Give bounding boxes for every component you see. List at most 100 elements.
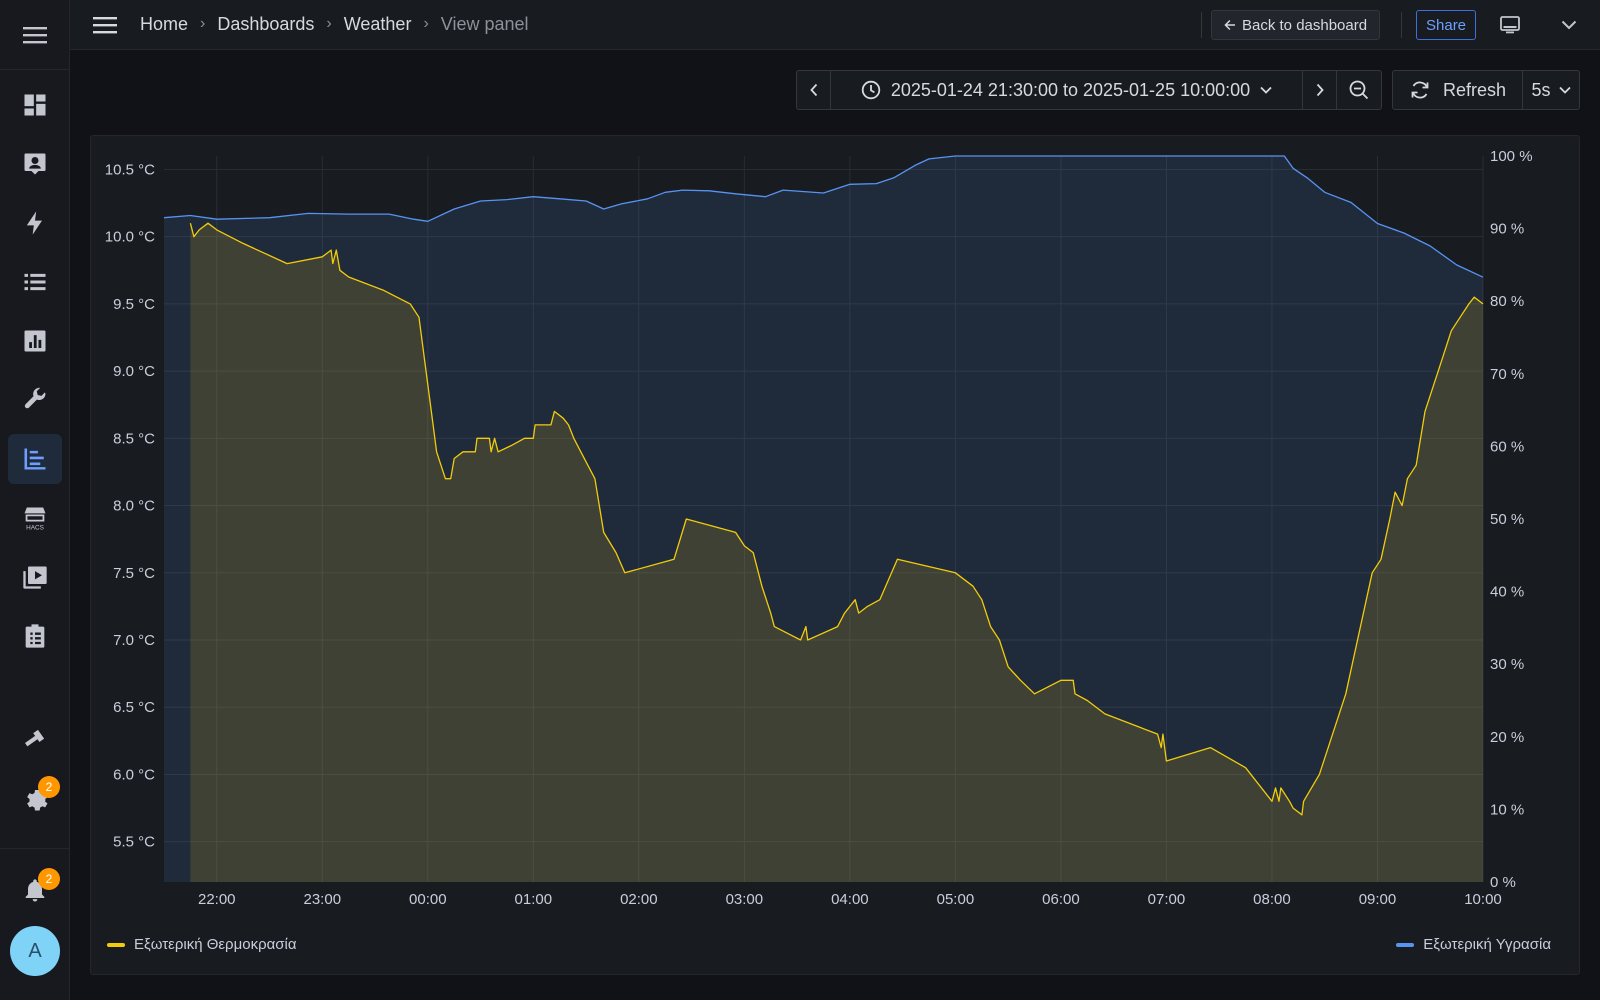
time-series-chart[interactable]: 10.5 °C 10.0 °C 9.5 °C 9.0 °C 8.5 °C 8.0 °C 7.…: [91, 136, 1581, 976]
sidebar-item-energy[interactable]: [8, 198, 62, 248]
x-tick-label: 09:00: [1359, 891, 1397, 908]
x-tick-label: 22:00: [198, 891, 236, 908]
y-left-tick-label: 6.5 °C: [113, 699, 155, 716]
sidebar-item-logbook[interactable]: [8, 257, 62, 307]
sidebar-item-notifications[interactable]: 2: [8, 866, 62, 916]
legend-label-humidity: Εξωτερική Υγρασία: [1423, 936, 1551, 953]
breadcrumb-home[interactable]: Home: [140, 14, 188, 35]
legend-swatch-temperature: [107, 942, 125, 947]
sidebar-item-developer-tools[interactable]: [8, 715, 62, 765]
media-icon: [23, 566, 47, 589]
refresh-button[interactable]: Refresh: [1393, 71, 1523, 109]
zoom-out-icon: [1349, 80, 1369, 100]
y-right-tick-label: 20 %: [1490, 729, 1524, 746]
sidebar-item-media[interactable]: [8, 552, 62, 602]
y-left-tick-label: 10.0 °C: [105, 229, 155, 246]
lightning-icon: [26, 211, 42, 235]
sidebar-item-overview[interactable]: [8, 80, 62, 130]
hacs-store-icon: HACS: [24, 507, 46, 532]
y-left-tick-label: 7.0 °C: [113, 632, 155, 649]
y-right-tick-label: 10 %: [1490, 801, 1524, 818]
x-tick-label: 08:00: [1253, 891, 1291, 908]
more-options-button[interactable]: [1552, 10, 1586, 40]
user-avatar[interactable]: A: [10, 926, 60, 976]
x-tick-label: 23:00: [304, 891, 342, 908]
refresh-interval-select[interactable]: 5s: [1523, 71, 1579, 109]
chevron-down-icon: [1558, 86, 1571, 94]
list-icon: [24, 273, 46, 291]
y-left-tick-label: 6.0 °C: [113, 766, 155, 783]
legend-item-humidity[interactable]: Εξωτερική Υγρασία: [1396, 936, 1551, 953]
sidebar-item-todo[interactable]: [8, 611, 62, 661]
x-tick-label: 00:00: [409, 891, 447, 908]
person-card-icon: [24, 153, 46, 175]
sidebar-item-history[interactable]: [8, 316, 62, 366]
x-tick-label: 06:00: [1042, 891, 1080, 908]
sidebar-item-settings[interactable]: 2: [8, 774, 62, 824]
y-right-tick-label: 100 %: [1490, 148, 1533, 165]
y-left-tick-label: 9.5 °C: [113, 296, 155, 313]
refresh-controls: Refresh 5s: [1392, 70, 1580, 110]
toolbar-divider: [1201, 12, 1202, 38]
time-shift-back-button[interactable]: [797, 71, 831, 109]
hamburger-icon: [23, 26, 47, 43]
zoom-out-button[interactable]: [1337, 71, 1381, 109]
sidebar-menu-button[interactable]: [0, 0, 70, 70]
share-button[interactable]: Share: [1416, 10, 1477, 40]
wrench-icon: [24, 387, 46, 409]
y-right-tick-label: 80 %: [1490, 293, 1524, 310]
y-left-tick-label: 8.0 °C: [113, 498, 155, 515]
x-tick-label: 04:00: [831, 891, 869, 908]
chevron-right-icon: [1316, 83, 1324, 97]
sidebar-item-tools[interactable]: [8, 375, 62, 425]
y-right-tick-label: 90 %: [1490, 221, 1524, 238]
x-tick-label: 03:00: [726, 891, 764, 908]
bar-chart-icon: [24, 330, 46, 352]
back-to-dashboard-button[interactable]: Back to dashboard: [1211, 10, 1381, 40]
y-left-tick-label: 7.5 °C: [113, 565, 155, 582]
chevron-left-icon: [809, 83, 817, 97]
y-right-tick-label: 30 %: [1490, 656, 1524, 673]
dashboard-grid-icon: [24, 94, 46, 116]
breadcrumb-dashboards[interactable]: Dashboards: [217, 14, 314, 35]
legend-label-temperature: Εξωτερική Θερμοκρασία: [134, 936, 297, 953]
x-tick-label: 05:00: [937, 891, 975, 908]
chevron-right-icon: ›: [200, 15, 206, 32]
time-shift-forward-button[interactable]: [1303, 71, 1337, 109]
app-root: HACS 2 2 A Home › Dashboards › Weather ›…: [0, 0, 1600, 1000]
sidebar-item-hacs[interactable]: HACS: [8, 493, 62, 543]
sidebar-item-map[interactable]: [8, 139, 62, 189]
history-chart-icon: [24, 448, 46, 470]
chevron-right-icon: ›: [326, 15, 332, 32]
arrow-left-icon: [1224, 20, 1235, 30]
y-left-tick-label: 9.0 °C: [113, 363, 155, 380]
y-left-tick-label: 10.5 °C: [105, 161, 155, 178]
x-tick-label: 02:00: [620, 891, 658, 908]
sidebar-divider: [0, 848, 70, 849]
toolbar-divider: [1401, 12, 1402, 38]
x-tick-label: 01:00: [515, 891, 553, 908]
breadcrumb-current: View panel: [440, 13, 529, 34]
breadcrumb-weather[interactable]: Weather: [344, 14, 412, 35]
legend-item-temperature[interactable]: Εξωτερική Θερμοκρασία: [107, 936, 297, 953]
kiosk-mode-button[interactable]: [1493, 10, 1527, 40]
sidebar-item-grafana[interactable]: [8, 434, 62, 484]
time-range-picker[interactable]: 2025-01-24 21:30:00 to 2025-01-25 10:00:…: [831, 71, 1303, 109]
chevron-down-icon: [1260, 86, 1272, 94]
top-bar: Home › Dashboards › Weather › View panel…: [70, 0, 1600, 50]
y-left-tick-label: 5.5 °C: [113, 834, 155, 851]
hammer-icon: [24, 729, 45, 747]
notifications-badge: 2: [38, 868, 60, 890]
menu-toggle-button[interactable]: [90, 11, 120, 39]
legend-swatch-humidity: [1396, 942, 1415, 947]
x-tick-label: 10:00: [1464, 891, 1502, 908]
time-range-label: 2025-01-24 21:30:00 to 2025-01-25 10:00:…: [890, 79, 1251, 100]
y-right-tick-label: 0 %: [1490, 874, 1516, 891]
y-left-tick-label: 8.5 °C: [113, 430, 155, 447]
y-right-tick-label: 50 %: [1490, 511, 1524, 528]
y-right-tick-label: 40 %: [1490, 584, 1524, 601]
x-tick-label: 07:00: [1148, 891, 1186, 908]
chevron-right-icon: ›: [423, 15, 429, 32]
chevron-down-icon: [1561, 20, 1577, 30]
time-range-controls: 2025-01-24 21:30:00 to 2025-01-25 10:00:…: [796, 70, 1382, 110]
